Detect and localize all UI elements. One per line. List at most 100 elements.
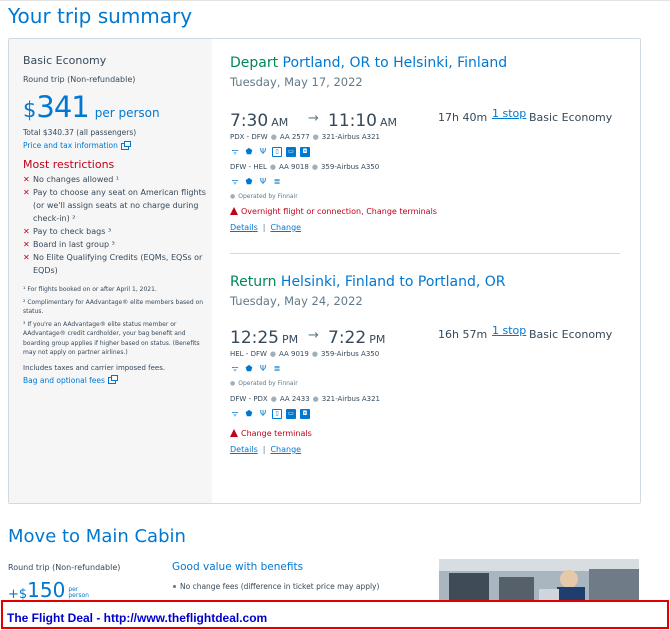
operated-by: ● Operated by Finnair bbox=[230, 380, 640, 387]
dot-separator: ● bbox=[312, 395, 319, 403]
details-link[interactable]: Details bbox=[230, 223, 258, 232]
bag-fees-link-label[interactable]: Bag and optional fees bbox=[23, 376, 105, 385]
operated-by-text: Operated by Finnair bbox=[238, 380, 298, 387]
departure-time: 7:30 bbox=[230, 111, 269, 131]
usb-icon: Ψ bbox=[259, 177, 267, 186]
upgrade-amount: 150 bbox=[27, 578, 66, 602]
bag-fees-link[interactable]: Bag and optional fees bbox=[23, 375, 212, 385]
departure-ampm: AM bbox=[271, 116, 289, 129]
dot-separator: ● bbox=[270, 395, 277, 403]
arrow-right-icon: → bbox=[308, 328, 319, 343]
leg-flight: AA 2433 bbox=[279, 395, 310, 403]
restriction-text: No Elite Qualifying Credits (EQMs, EQSs … bbox=[33, 253, 203, 275]
dot-separator: ● bbox=[230, 193, 236, 200]
wifi-icon: ᯤ bbox=[231, 147, 239, 156]
footnote: ¹ For flights booked on or after April 1… bbox=[23, 286, 157, 293]
arrival-ampm: AM bbox=[380, 116, 398, 129]
segment-links: Details | Change bbox=[230, 445, 640, 454]
arrival-time: 7:22 bbox=[328, 328, 367, 348]
shield-icon: ⬟ bbox=[245, 409, 253, 418]
change-link[interactable]: Change bbox=[270, 445, 301, 454]
external-link-icon bbox=[107, 375, 118, 384]
leg-route: DFW - HEL bbox=[230, 163, 267, 171]
phone-icon: ▯ bbox=[272, 146, 282, 157]
amenities: ᯤ ⬟ Ψ ≣ bbox=[230, 176, 640, 187]
currency-symbol: $ bbox=[23, 98, 37, 122]
dot-separator: ● bbox=[311, 350, 318, 358]
fare-name: Basic Economy bbox=[23, 54, 107, 67]
footnotes: ¹ For flights booked on or after April 1… bbox=[23, 285, 212, 358]
footnote: ³ If you're an AAdvantage® elite status … bbox=[23, 320, 200, 357]
trip-summary-card: Basic Economy Round trip (Non-refundable… bbox=[8, 38, 641, 504]
stops-link[interactable]: 1 stop bbox=[492, 324, 526, 337]
link-separator: | bbox=[262, 445, 266, 454]
cabin: Basic Economy bbox=[529, 111, 613, 124]
depart-date: Tuesday, May 17, 2022 bbox=[230, 75, 363, 89]
main-cabin-benefits: Good value with benefits No change fees … bbox=[172, 561, 379, 593]
warning: Overnight flight or connection, Change t… bbox=[230, 207, 640, 216]
price-tax-link[interactable]: Price and tax information bbox=[23, 140, 212, 150]
restriction-item: ✕ Board in last group ³ bbox=[23, 238, 212, 251]
main-cabin-trip-type: Round trip (Non-refundable) bbox=[8, 563, 121, 572]
arrival-time-group: 11:10 AM bbox=[328, 111, 397, 131]
return-label: Return bbox=[230, 274, 277, 290]
cabin: Basic Economy bbox=[529, 328, 613, 341]
operated-by-text: Operated by Finnair bbox=[238, 193, 298, 200]
upgrade-price: +$ 150 per person bbox=[8, 578, 120, 602]
leg-flight: AA 2577 bbox=[279, 133, 310, 141]
food-icon: ◘ bbox=[300, 408, 310, 419]
depart-heading: Depart Portland, OR to Helsinki, Finland bbox=[230, 55, 640, 71]
trip-type: Round trip (Non-refundable) bbox=[23, 75, 136, 84]
restrictions-title: Most restrictions bbox=[23, 158, 115, 171]
leg-info: DFW - PDX ● AA 2433 ● 321-Airbus A321 bbox=[230, 395, 640, 403]
benefit-item: No change fees (difference in ticket pri… bbox=[172, 581, 379, 593]
total-price: Total $340.37 (all passengers) bbox=[23, 128, 137, 137]
shield-icon: ⬟ bbox=[245, 147, 253, 156]
x-icon: ✕ bbox=[23, 188, 30, 197]
arrival-ampm: PM bbox=[369, 333, 386, 346]
leg-aircraft: 359-Airbus A350 bbox=[320, 163, 380, 171]
operated-by: ● Operated by Finnair bbox=[230, 193, 640, 200]
arrival-time-group: 7:22 PM bbox=[328, 328, 385, 348]
leg-flight: AA 9019 bbox=[279, 350, 309, 358]
return-heading: Return Helsinki, Finland to Portland, OR bbox=[230, 274, 640, 290]
page-title: Your trip summary bbox=[8, 4, 193, 28]
x-icon: ✕ bbox=[23, 227, 30, 236]
leg-flight: AA 9018 bbox=[279, 163, 309, 171]
promo-banner: The Flight Deal - http://www.theflightde… bbox=[1, 600, 669, 629]
return-route: Helsinki, Finland to Portland, OR bbox=[276, 274, 506, 290]
benefits-title: Good value with benefits bbox=[172, 561, 304, 573]
restriction-item: ✕ Pay to check bags ³ bbox=[23, 225, 212, 238]
dot-separator: ● bbox=[311, 163, 318, 171]
arrow-right-icon: → bbox=[308, 111, 319, 126]
shield-icon: ⬟ bbox=[245, 364, 253, 373]
warning-text: Overnight flight or connection, Change t… bbox=[241, 207, 437, 216]
food-icon: ◘ bbox=[300, 146, 310, 157]
banner-text[interactable]: The Flight Deal - http://www.theflightde… bbox=[7, 611, 267, 625]
restriction-text: Board in last group ³ bbox=[33, 240, 115, 249]
x-icon: ✕ bbox=[23, 175, 30, 184]
stops-link[interactable]: 1 stop bbox=[492, 107, 526, 120]
depart-times: 7:30 AM → 11:10 AM 17h 40m 1 stop Basic E… bbox=[230, 107, 640, 131]
main-cabin-title: Move to Main Cabin bbox=[8, 526, 186, 547]
price-tax-link-label[interactable]: Price and tax information bbox=[23, 141, 118, 150]
external-link-icon bbox=[120, 140, 131, 150]
details-link[interactable]: Details bbox=[230, 445, 258, 454]
change-link[interactable]: Change bbox=[270, 223, 301, 232]
footnote: ² Complimentary for AAdvantage® elite me… bbox=[23, 298, 204, 316]
amenities: ᯤ ⬟ Ψ ▯ ▭ ◘ bbox=[230, 408, 640, 419]
restriction-item: ✕ No changes allowed ¹ bbox=[23, 173, 212, 186]
warning-text: Change terminals bbox=[241, 429, 312, 438]
wifi-icon: ᯤ bbox=[231, 409, 239, 418]
seat-icon: ≣ bbox=[273, 364, 281, 373]
amenities: ᯤ ⬟ Ψ ▯ ▭ ◘ bbox=[230, 146, 640, 157]
wifi-icon: ᯤ bbox=[231, 177, 239, 186]
leg-aircraft: 321-Airbus A321 bbox=[321, 133, 381, 141]
seat-icon: ≣ bbox=[273, 177, 281, 186]
leg-aircraft: 359-Airbus A350 bbox=[320, 350, 380, 358]
usb-icon: Ψ bbox=[259, 409, 267, 418]
usb-icon: Ψ bbox=[259, 147, 267, 156]
restriction-text: Pay to check bags ³ bbox=[33, 227, 112, 236]
shield-icon: ⬟ bbox=[245, 177, 253, 186]
wifi-icon: ᯤ bbox=[231, 364, 239, 373]
